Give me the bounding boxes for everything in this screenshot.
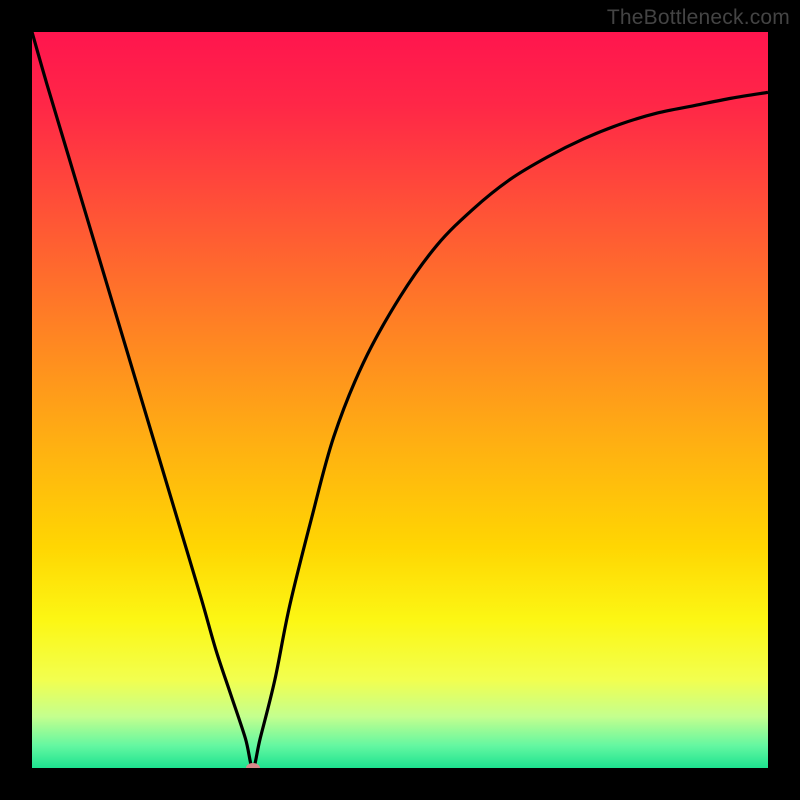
chart-frame: TheBottleneck.com [0,0,800,800]
plot-area [32,32,768,768]
watermark-text: TheBottleneck.com [607,6,790,30]
curve-layer [32,32,768,768]
minimum-marker [246,763,260,768]
bottleneck-curve [32,32,768,768]
